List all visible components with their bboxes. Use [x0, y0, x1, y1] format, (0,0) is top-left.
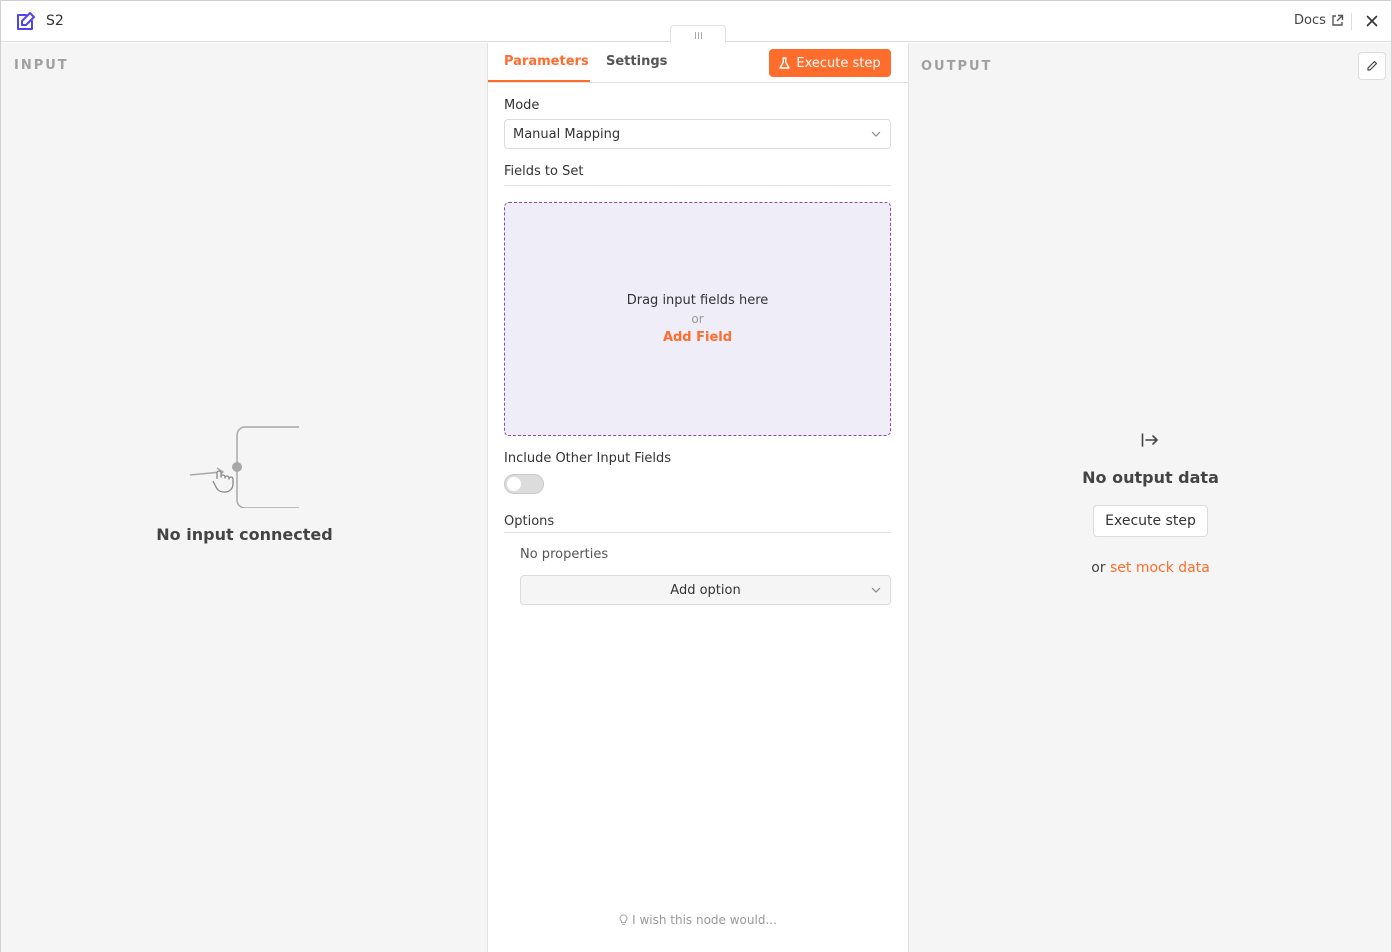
node-title[interactable]: S2 [46, 13, 64, 29]
mock-data-line: or set mock data [909, 560, 1392, 576]
no-output-title: No output data [1082, 468, 1219, 487]
mode-label: Mode [504, 98, 540, 113]
include-other-toggle[interactable] [504, 474, 544, 494]
close-icon[interactable] [1363, 12, 1381, 30]
execute-step-button[interactable]: Execute step [769, 49, 891, 77]
tab-parameters[interactable]: Parameters [504, 54, 589, 69]
docs-label: Docs [1294, 13, 1326, 28]
edit-output-button[interactable] [1358, 52, 1386, 80]
drop-or-text: or [691, 312, 704, 326]
feedback-link[interactable]: I wish this node would... [488, 913, 908, 927]
add-option-label: Add option [670, 583, 741, 598]
fields-drop-zone[interactable]: Drag input fields here or Add Field [504, 202, 891, 436]
docs-link[interactable]: Docs [1294, 13, 1344, 28]
set-mock-data-link[interactable]: set mock data [1110, 560, 1210, 576]
toggle-knob [507, 477, 521, 491]
output-panel-label: OUTPUT [921, 59, 993, 74]
drag-fields-text: Drag input fields here [626, 293, 769, 308]
add-field-button[interactable]: Add Field [505, 330, 890, 345]
active-tab-indicator [488, 80, 590, 82]
input-panel: INPUT No input connected [1, 43, 488, 952]
lightbulb-icon [619, 914, 628, 926]
no-properties-text: No properties [520, 547, 609, 562]
include-other-label: Include Other Input Fields [504, 451, 672, 466]
section-divider [504, 185, 891, 186]
pencil-icon [1367, 60, 1378, 71]
no-input-illustration-icon [189, 426, 299, 508]
section-divider [504, 532, 891, 533]
chevron-down-icon [871, 587, 881, 593]
output-execute-step-button[interactable]: Execute step [1093, 505, 1208, 537]
output-panel: OUTPUT No output data Execute step or se… [908, 43, 1391, 952]
node-details-modal: S2 Docs INPUT No input connected Paramet… [0, 0, 1392, 952]
edit-node-icon[interactable] [15, 10, 37, 32]
sign-in-icon [1141, 433, 1158, 447]
input-panel-label: INPUT [14, 58, 69, 73]
add-option-select[interactable]: Add option [520, 575, 891, 605]
header-divider [1351, 13, 1352, 30]
mode-select[interactable]: Manual Mapping [504, 119, 891, 149]
parameters-panel: Parameters Settings Execute step Mode Ma… [488, 43, 908, 952]
chevron-down-icon [871, 131, 881, 137]
mock-or-text: or [1091, 560, 1106, 576]
tab-settings[interactable]: Settings [606, 54, 667, 69]
no-input-text: No input connected [156, 525, 333, 544]
options-label: Options [504, 514, 555, 529]
execute-step-label: Execute step [796, 55, 881, 71]
mode-value: Manual Mapping [513, 127, 621, 142]
node-tabs: Parameters Settings Execute step [488, 43, 908, 83]
external-link-icon [1332, 14, 1344, 26]
feedback-text: I wish this node would... [632, 913, 777, 927]
flask-icon [779, 57, 791, 69]
fields-to-set-label: Fields to Set [504, 164, 584, 179]
panel-drag-handle[interactable] [670, 25, 726, 43]
